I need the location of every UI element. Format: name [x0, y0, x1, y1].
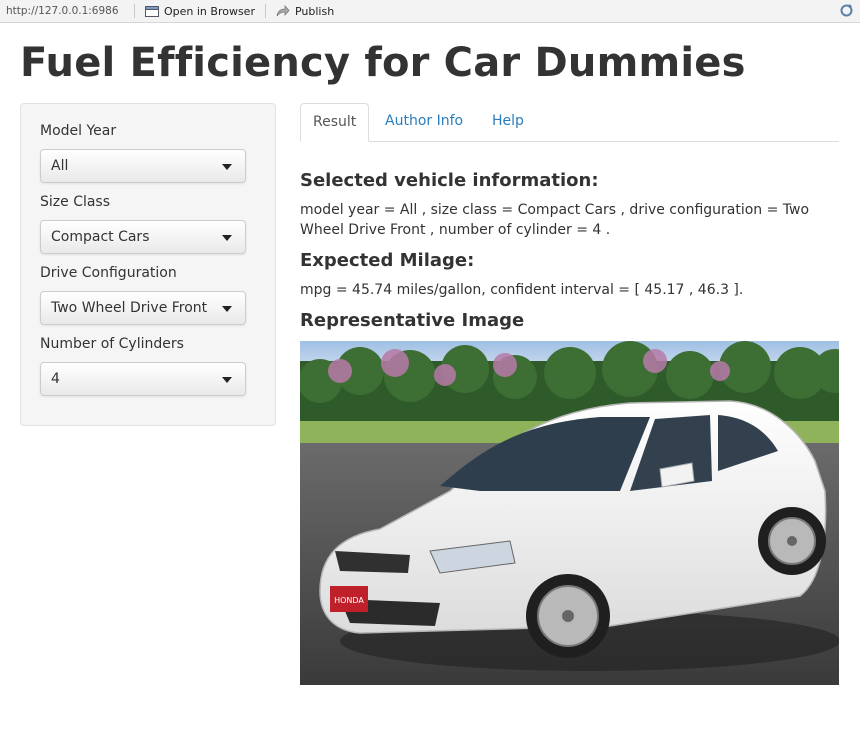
sidebar-panel: Model Year All Size Class Compact Cars D…	[20, 103, 276, 426]
selected-info-heading: Selected vehicle information:	[300, 170, 599, 191]
cylinders-value: 4	[51, 371, 60, 387]
toolbar-divider	[264, 4, 266, 18]
selected-info-text: model year = All , size class = Compact …	[300, 202, 810, 238]
size-class-value: Compact Cars	[51, 229, 150, 245]
size-class-select[interactable]: Compact Cars	[40, 220, 246, 254]
tab-bar: Result Author Info Help	[300, 103, 839, 142]
tab-result[interactable]: Result	[300, 103, 370, 142]
model-year-select[interactable]: All	[40, 149, 246, 183]
open-in-browser-label: Open in Browser	[164, 4, 255, 18]
cylinders-select[interactable]: 4	[40, 362, 246, 396]
expected-milage-text: mpg = 45.74 miles/gallon, confident inte…	[300, 282, 744, 298]
chevron-down-icon	[222, 377, 232, 383]
license-plate-text: HONDA	[334, 596, 364, 605]
drive-configuration-label: Drive Configuration	[40, 265, 177, 281]
drive-configuration-select[interactable]: Two Wheel Drive Front	[40, 291, 246, 325]
size-class-label: Size Class	[40, 194, 111, 210]
publish-button[interactable]: Publish	[272, 5, 338, 18]
model-year-label: Model Year	[40, 123, 117, 139]
car-image: HONDA	[300, 341, 839, 685]
chevron-down-icon	[222, 235, 232, 241]
publish-label: Publish	[294, 4, 335, 18]
publish-icon	[276, 5, 290, 17]
chevron-down-icon	[222, 164, 232, 170]
drive-configuration-value: Two Wheel Drive Front	[51, 300, 208, 316]
tab-author-info[interactable]: Author Info	[373, 103, 475, 141]
refresh-icon[interactable]	[839, 3, 854, 18]
page-title: Fuel Efficiency for Car Dummies	[20, 40, 746, 86]
representative-image-heading: Representative Image	[300, 310, 525, 331]
expected-milage-heading: Expected Milage:	[300, 250, 475, 271]
model-year-value: All	[51, 158, 69, 174]
chevron-down-icon	[222, 306, 232, 312]
toolbar-divider	[134, 4, 135, 18]
open-in-browser-button[interactable]: Open in Browser	[141, 5, 259, 18]
url-text: http://127.0.0.1:6986	[6, 5, 119, 17]
viewer-toolbar: http://127.0.0.1:6986 Open in Browser Pu…	[0, 0, 860, 23]
cylinders-label: Number of Cylinders	[40, 336, 184, 352]
open-in-browser-icon	[145, 5, 159, 17]
tab-help[interactable]: Help	[480, 103, 536, 141]
